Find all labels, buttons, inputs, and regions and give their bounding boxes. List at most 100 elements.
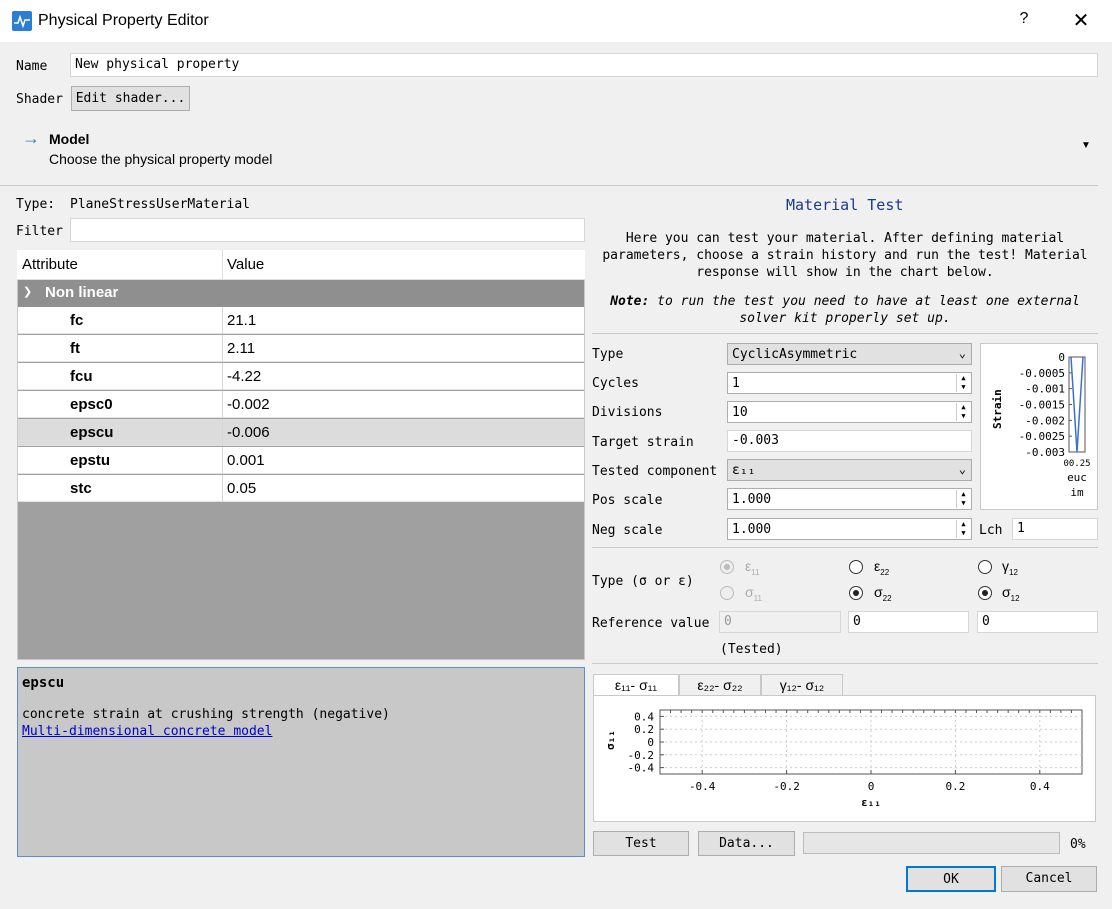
gamma12-label: γ12: [1002, 558, 1018, 577]
spinner-icon[interactable]: ▲ ▼: [956, 403, 970, 421]
attribute-value[interactable]: -0.006: [227, 424, 270, 441]
attribute-name: ft: [70, 340, 80, 357]
header-value[interactable]: Value: [227, 256, 264, 273]
help-button[interactable]: ?: [1012, 10, 1036, 34]
y-tick-label: -0.4: [628, 762, 655, 775]
sigma11-label: σ11: [745, 584, 762, 603]
table-row[interactable]: ft 2.11: [18, 335, 584, 362]
chevron-down-icon: ⌄: [958, 346, 966, 360]
y-tick-label: -0.2: [628, 749, 655, 762]
shader-label: Shader: [16, 92, 63, 107]
table-row[interactable]: epsc0 -0.002: [18, 391, 584, 418]
attribute-value[interactable]: 0.05: [227, 480, 256, 497]
table-row[interactable]: fcu -4.22: [18, 363, 584, 390]
attribute-value[interactable]: 0.001: [227, 452, 265, 469]
attribute-name: epscu: [70, 424, 114, 441]
neg-scale-label: Neg scale: [592, 523, 663, 538]
attribute-value[interactable]: -4.22: [227, 368, 261, 385]
x-axis-label: ε₁₁: [861, 796, 881, 809]
data-button[interactable]: Data...: [698, 831, 795, 856]
gamma12-radio[interactable]: [978, 560, 992, 574]
spinner-icon[interactable]: ▲ ▼: [956, 520, 970, 538]
progress-bar: [803, 832, 1060, 854]
target-strain-input[interactable]: -0.003: [727, 430, 972, 452]
app-icon: [12, 11, 32, 31]
tab-eps22-sigma22[interactable]: ε₂₂- σ₂₂: [679, 674, 761, 696]
filter-label: Filter: [16, 224, 63, 239]
pos-scale-label: Pos scale: [592, 493, 663, 508]
table-row[interactable]: stc 0.05: [18, 475, 584, 502]
description-link[interactable]: Multi-dimensional concrete model: [22, 724, 272, 739]
attribute-value[interactable]: 2.11: [227, 340, 255, 357]
reference-value-3[interactable]: 0: [977, 611, 1098, 633]
name-input[interactable]: New physical property: [70, 53, 1098, 77]
note-text: Note: to run the test you need to have a…: [610, 294, 1080, 326]
x-tick-label: 0.2: [945, 780, 965, 793]
test-button[interactable]: Test: [593, 831, 689, 856]
group-label: Non linear: [45, 284, 119, 301]
tested-component-select[interactable]: ε₁₁ ⌄: [727, 459, 972, 481]
lch-label: Lch: [979, 523, 1003, 538]
filter-input[interactable]: [70, 218, 585, 242]
name-label: Name: [16, 59, 48, 74]
y-tick-label: -0.002: [1025, 414, 1065, 427]
spinner-icon[interactable]: ▲ ▼: [956, 374, 970, 392]
divider: [592, 663, 1098, 664]
x-tick-label: 00.25: [1063, 459, 1090, 469]
sigma11-radio[interactable]: [720, 586, 734, 600]
chevron-down-icon[interactable]: ❯: [23, 285, 32, 298]
divisions-label: Divisions: [592, 405, 663, 420]
y-tick-label: 0: [647, 736, 654, 749]
sigma22-label: σ22: [874, 584, 892, 603]
table-row[interactable]: fc 21.1: [18, 307, 584, 334]
cycles-spinbox[interactable]: 1 ▲ ▼: [727, 372, 972, 394]
table-row-selected[interactable]: epscu -0.006: [18, 419, 584, 446]
table-header: Attribute Value: [17, 250, 585, 280]
divider: [592, 333, 1098, 334]
tab-gamma12-sigma12[interactable]: γ₁₂- σ₁₂: [761, 674, 843, 696]
lch-input[interactable]: 1: [1012, 518, 1098, 540]
table-row[interactable]: epstu 0.001: [18, 447, 584, 474]
reference-value-2[interactable]: 0: [848, 611, 969, 633]
test-type-label: Type: [592, 347, 624, 362]
x-axis-label: euc: [1067, 471, 1087, 484]
neg-scale-spinbox[interactable]: 1.000 ▲ ▼: [727, 518, 972, 540]
pos-scale-spinbox[interactable]: 1.000 ▲ ▼: [727, 488, 972, 510]
attribute-value[interactable]: -0.002: [227, 396, 270, 413]
progress-percent: 0%: [1070, 837, 1086, 852]
attribute-value[interactable]: 21.1: [227, 312, 256, 329]
test-type-select[interactable]: CyclicAsymmetric ⌄: [727, 343, 972, 365]
ok-button[interactable]: OK: [906, 866, 996, 892]
y-tick-label: -0.0015: [1019, 399, 1065, 412]
spinner-icon[interactable]: ▲ ▼: [956, 490, 970, 508]
eps11-radio[interactable]: [720, 560, 734, 574]
header-attribute[interactable]: Attribute: [22, 256, 78, 273]
type-label: Type:: [16, 197, 56, 212]
close-icon[interactable]: ✕: [1068, 8, 1094, 34]
x-tick-label: -0.2: [773, 780, 800, 793]
y-axis-label: Strain: [991, 389, 1004, 429]
reference-value-label: Reference value: [592, 616, 710, 631]
y-tick-label: 0: [1058, 351, 1065, 364]
tab-eps11-sigma11[interactable]: ε₁₁- σ₁₁: [593, 674, 679, 696]
sigma12-radio[interactable]: [978, 586, 992, 600]
attribute-name: fcu: [70, 368, 93, 385]
x-tick-label: -0.4: [689, 780, 716, 793]
y-tick-label: -0.001: [1025, 383, 1065, 396]
divisions-spinbox[interactable]: 10 ▲ ▼: [727, 401, 972, 423]
y-tick-label: 0.4: [634, 710, 654, 723]
y-tick-label: -0.0005: [1019, 367, 1065, 380]
sigma22-radio[interactable]: [849, 586, 863, 600]
edit-shader-button[interactable]: Edit shader...: [71, 86, 190, 111]
chevron-down-icon[interactable]: ▼: [1081, 140, 1091, 151]
cancel-button[interactable]: Cancel: [1001, 866, 1097, 892]
tested-component-label: Tested component: [592, 464, 718, 479]
strain-history-chart: 0 -0.0005 -0.001 -0.0015 -0.002 -0.0025 -0.003…: [980, 343, 1098, 510]
cycles-label: Cycles: [592, 376, 639, 391]
target-strain-label: Target strain: [592, 435, 694, 450]
model-title: Model: [49, 131, 90, 147]
eps22-radio[interactable]: [849, 560, 863, 574]
y-tick-label: -0.0025: [1019, 430, 1065, 443]
strain-series-line: [1070, 356, 1084, 453]
type-value: PlaneStressUserMaterial: [70, 197, 251, 212]
